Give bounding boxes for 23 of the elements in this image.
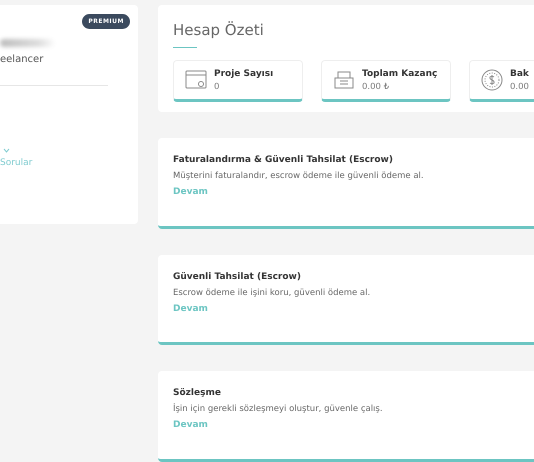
continue-link[interactable]: Devam xyxy=(173,304,534,314)
blurred-name xyxy=(0,39,56,47)
continue-link[interactable]: Devam xyxy=(173,420,534,430)
feature-description: Müşterini faturalandır, escrow ödeme ile güvenli ödeme al. xyxy=(173,171,425,181)
stat-label: Proje Sayısı xyxy=(214,68,274,78)
window-icon xyxy=(185,70,207,90)
chevron-down-icon[interactable] xyxy=(3,148,10,153)
stat-value: 0.00 xyxy=(510,82,529,92)
coin-icon xyxy=(481,69,503,91)
continue-link[interactable]: Devam xyxy=(173,187,534,197)
stat-value: 0.00 ₺ xyxy=(362,82,390,92)
menu-link[interactable]: Sorular xyxy=(0,158,130,168)
cash-register-icon xyxy=(333,70,355,90)
feature-title: Güvenli Tahsilat (Escrow) xyxy=(173,272,302,282)
feature-title: Sözleşme xyxy=(173,388,222,398)
stat-value: 0 xyxy=(214,82,220,92)
stat-label: Bak xyxy=(510,68,529,78)
feature-title: Faturalandırma & Güvenli Tahsilat (Escrow) xyxy=(173,155,394,165)
stat-label: Toplam Kazanç xyxy=(362,68,438,78)
feature-description: İşin için gerekli sözleşmeyi oluştur, güvenle çalış. xyxy=(173,404,384,414)
section-title: Hesap Özeti xyxy=(173,21,265,39)
feature-description: Escrow ödeme ile işini koru, güvenli ödeme al. xyxy=(173,288,372,298)
user-role: eelancer xyxy=(0,54,44,65)
